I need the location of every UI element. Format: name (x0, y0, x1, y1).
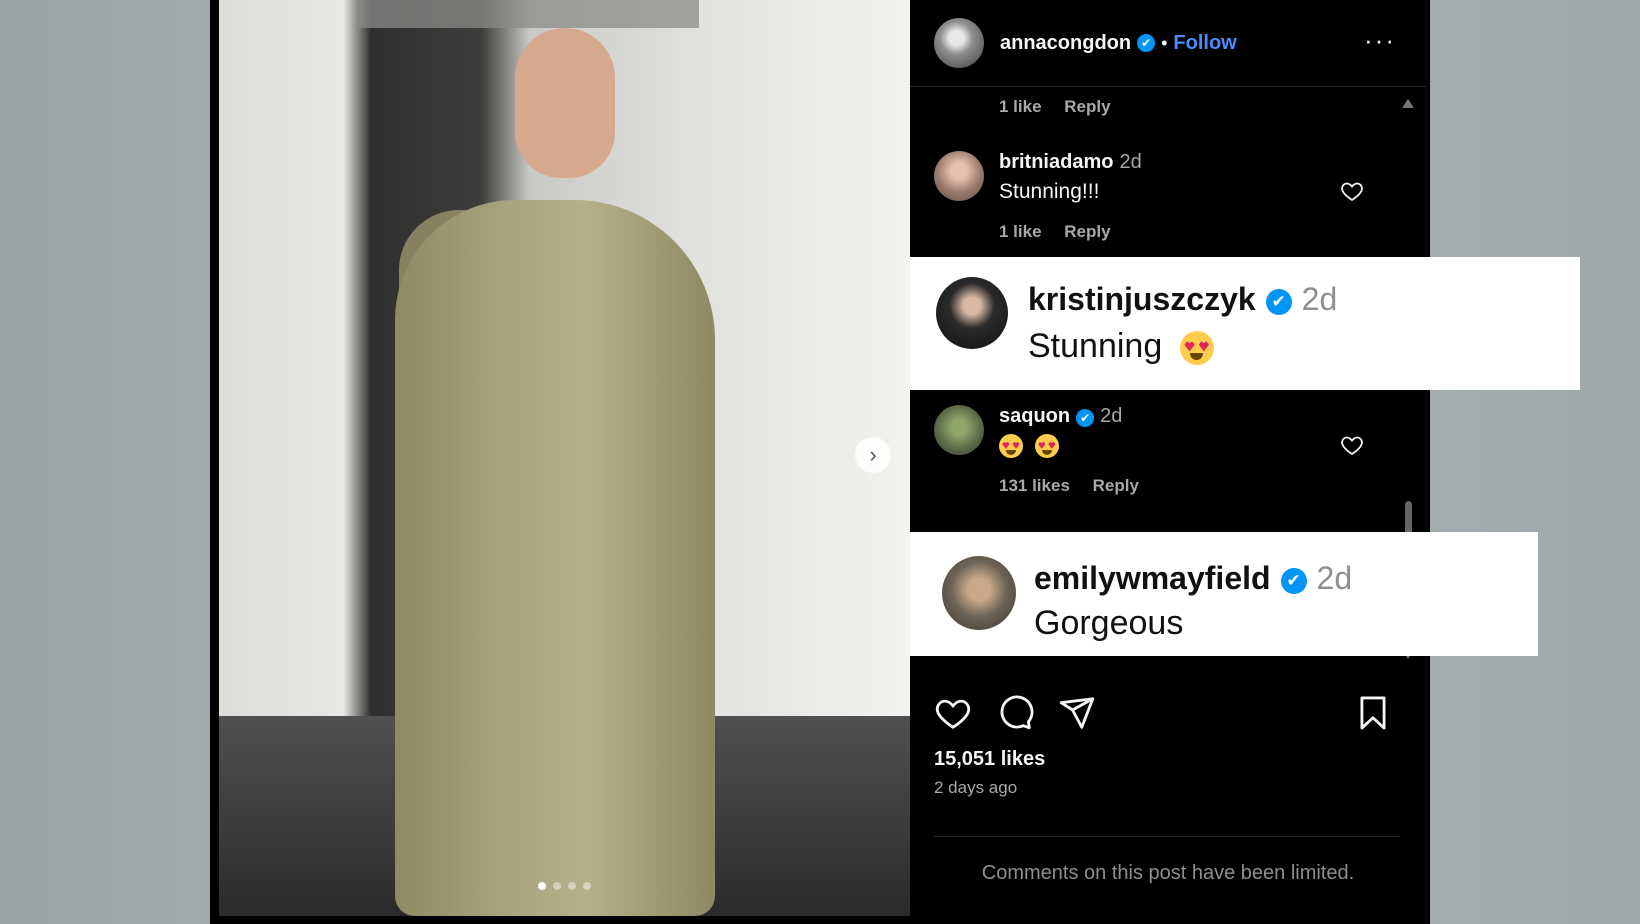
comment-body: britniadamo 2d Stunning!!! 1 like Reply (999, 151, 1359, 242)
comment-likes[interactable]: 131 likes (999, 476, 1070, 495)
comment-body: saquon ✔ 2d 131 likes Reply (999, 405, 1359, 496)
carousel-dot-active (538, 882, 546, 890)
post-likes-count[interactable]: 15,051 likes (934, 748, 1045, 771)
highlighted-comment: emilywmayfield ✔ 2d Gorgeous (910, 532, 1538, 656)
highlight-time: 2d (1301, 281, 1338, 317)
comment-text (999, 434, 1359, 459)
more-icon[interactable]: ··· (1364, 27, 1396, 53)
comment-reply-button[interactable]: Reply (1064, 97, 1110, 116)
follow-button[interactable]: Follow (1173, 32, 1236, 55)
post-date: 2 days ago (934, 778, 1018, 797)
photo-figure-head (515, 28, 615, 178)
bookmark-icon[interactable] (1354, 694, 1392, 732)
heart-eyes-emoji (999, 434, 1023, 459)
share-icon[interactable] (1058, 694, 1096, 732)
comment-time: 2d (1119, 151, 1142, 173)
commenter-avatar (936, 277, 1008, 349)
comment-reply-button[interactable]: Reply (1064, 222, 1110, 241)
comment-username[interactable]: saquon (999, 405, 1070, 427)
highlight-header: kristinjuszczyk ✔ 2d (1028, 281, 1337, 318)
highlight-username: kristinjuszczyk (1028, 281, 1256, 317)
highlight-time: 2d (1316, 560, 1353, 596)
action-icons (934, 694, 1096, 732)
comment-likes[interactable]: 1 like (999, 222, 1042, 241)
carousel-next-button[interactable]: › (855, 437, 891, 473)
verified-badge-icon: ✔ (1265, 288, 1292, 315)
scroll-up-arrow[interactable] (1402, 99, 1414, 108)
comment-username[interactable]: britniadamo (999, 151, 1113, 173)
heart-eyes-emoji (1179, 331, 1214, 366)
photo-figure-dress (395, 200, 715, 916)
highlight-text-row: Gorgeous (1034, 604, 1183, 643)
comment-text: Stunning!!! (999, 180, 1100, 203)
heart-icon[interactable] (934, 694, 972, 732)
verified-badge-icon: ✔ (1076, 408, 1095, 427)
comment-icon[interactable] (996, 694, 1034, 732)
comments-limited-notice: Comments on this post have been limited. (981, 862, 1355, 884)
comment-meta: 1 like Reply (999, 97, 1111, 117)
comments-panel: annacongdon ✔ • Follow ··· 1 like Reply … (910, 0, 1426, 916)
author-username[interactable]: annacongdon (1000, 32, 1131, 55)
like-comment-heart-icon[interactable] (1340, 179, 1364, 203)
divider (934, 836, 1400, 837)
carousel-dot (553, 882, 561, 890)
carousel-dot (583, 882, 591, 890)
photo-awning (359, 0, 699, 28)
like-comment-heart-icon[interactable] (1340, 433, 1364, 457)
highlight-username: emilywmayfield (1034, 560, 1271, 596)
heart-eyes-emoji (1034, 434, 1059, 459)
comment-likes[interactable]: 1 like (999, 97, 1042, 116)
verified-badge-icon: ✔ (1280, 567, 1307, 594)
comment-time: 2d (1100, 405, 1123, 427)
highlight-text: Stunning (1028, 327, 1163, 365)
commenter-avatar (942, 556, 1016, 630)
chevron-right-icon: › (869, 442, 877, 467)
highlight-header: emilywmayfield ✔ 2d (1034, 560, 1352, 597)
carousel-dot (568, 882, 576, 890)
commenter-avatar[interactable] (934, 151, 984, 201)
verified-badge-icon: ✔ (1137, 34, 1156, 52)
post-actions: 15,051 likes 2 days ago Comments on this… (910, 676, 1426, 916)
post-header: annacongdon ✔ • Follow ··· (910, 0, 1426, 87)
highlight-text-row: Stunning (1028, 327, 1214, 366)
comment-meta: 1 like Reply (999, 222, 1359, 242)
comment-reply-button[interactable]: Reply (1093, 476, 1139, 495)
header-separator: • (1161, 32, 1168, 53)
post-photo[interactable] (219, 0, 910, 916)
author-avatar[interactable] (934, 18, 984, 68)
highlight-text: Gorgeous (1034, 604, 1184, 642)
comment-meta: 131 likes Reply (999, 476, 1359, 496)
commenter-avatar[interactable] (934, 405, 984, 455)
carousel-indicator (538, 882, 591, 890)
highlighted-comment: kristinjuszczyk ✔ 2d Stunning (910, 257, 1580, 390)
